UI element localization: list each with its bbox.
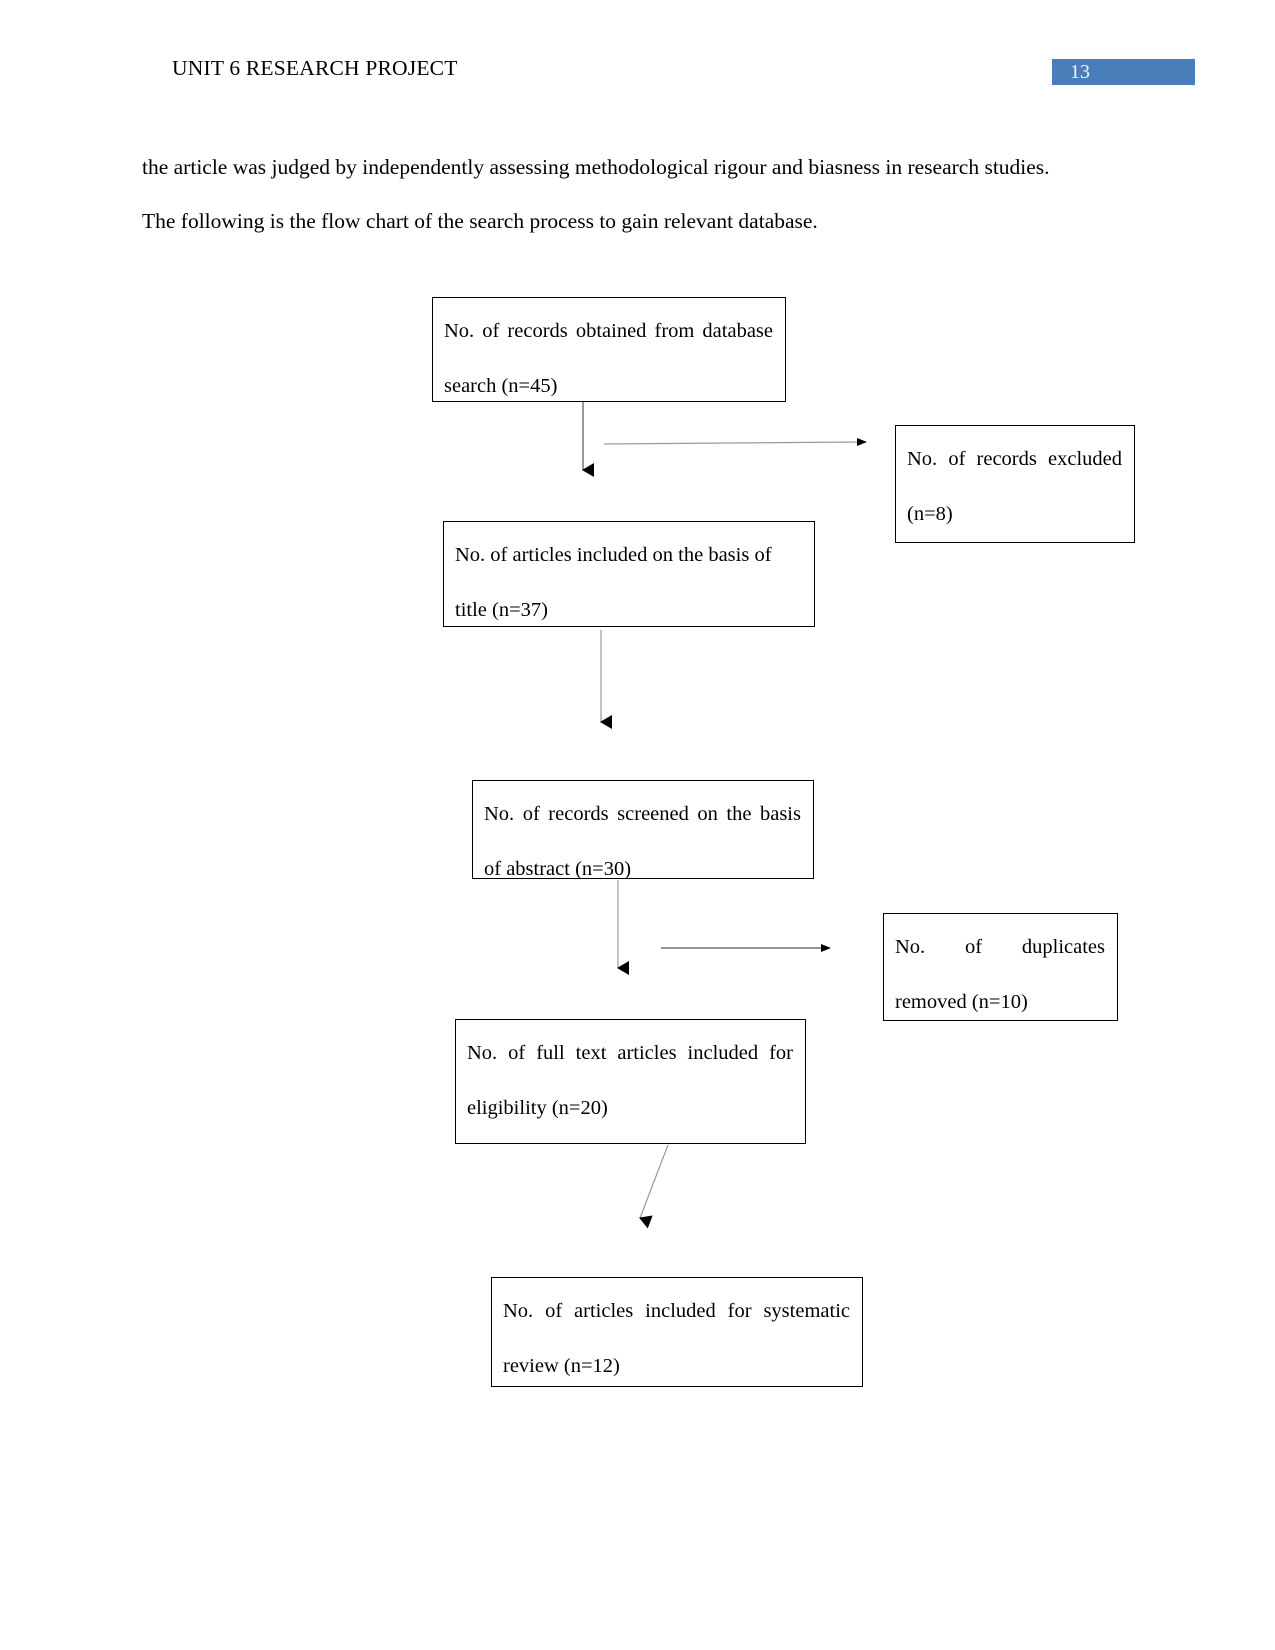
flowchart-box-text: No. of articles included for systematic … [503, 1300, 850, 1377]
flowchart-box-articles-included-title: No. of articles included on the basis of… [443, 521, 815, 627]
flowchart-box-text: No. of full text articles included for e… [467, 1042, 793, 1119]
flowchart-box-text: No. of records screened on the basis of … [484, 803, 801, 879]
document-page: UNIT 6 RESEARCH PROJECT 13 the article w… [0, 0, 1275, 1650]
flowchart-box-text: No. of records excluded (n=8) [907, 448, 1122, 525]
flowchart-box-text: No. of records obtained from database se… [444, 320, 773, 397]
flowchart-box-records-excluded: No. of records excluded (n=8) [895, 425, 1135, 543]
prisma-flowchart: No. of records obtained from database se… [0, 0, 1275, 1650]
flowchart-box-records-screened-abstract: No. of records screened on the basis of … [472, 780, 814, 879]
flowchart-box-text: No. of articles included on the basis of… [455, 544, 772, 621]
flowchart-box-records-obtained: No. of records obtained from database se… [432, 297, 786, 402]
flowchart-box-text: No. of duplicates removed (n=10) [895, 936, 1105, 1013]
flowchart-box-articles-systematic-review: No. of articles included for systematic … [491, 1277, 863, 1387]
flowchart-box-full-text-eligibility: No. of full text articles included for e… [455, 1019, 806, 1144]
flowchart-box-duplicates-removed: No. of duplicates removed (n=10) [883, 913, 1118, 1021]
